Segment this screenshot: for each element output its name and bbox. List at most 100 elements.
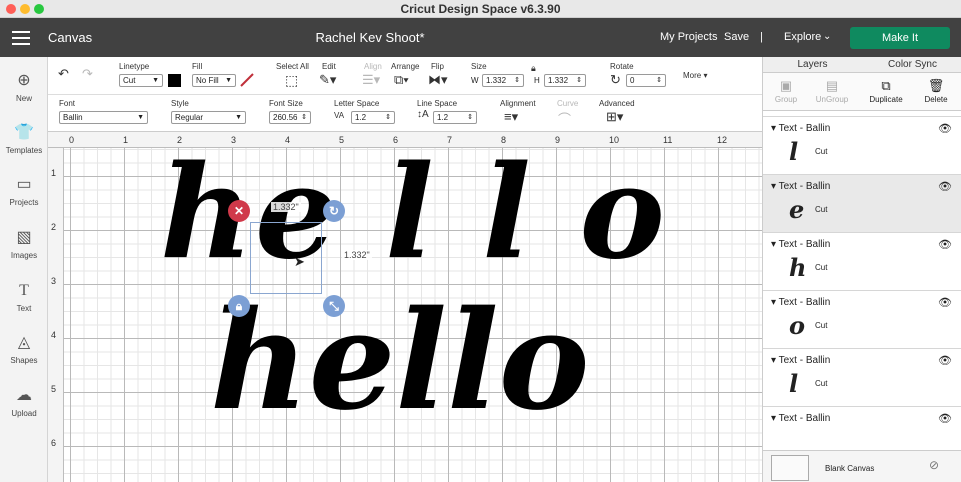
edit-label: Edit: [322, 62, 336, 71]
image-icon: ▧: [16, 229, 32, 246]
width-input[interactable]: 1.332 ⇕: [482, 74, 524, 87]
text-hello[interactable]: hello: [210, 286, 589, 436]
duplicate-button[interactable]: ⧉ Duplicate: [863, 77, 909, 104]
layer-operation: Cut: [815, 205, 828, 214]
advanced-icon[interactable]: ⊞▾: [606, 109, 623, 125]
rotate-handle-icon[interactable]: ↻: [323, 200, 345, 222]
tab-layers[interactable]: Layers: [763, 59, 862, 70]
alignment-icon[interactable]: ≡▾: [504, 109, 518, 125]
color-swatch[interactable]: [168, 74, 181, 87]
edit-icon[interactable]: ✎▾: [319, 72, 336, 88]
layers-panel: Layers Color Sync ▣ Group ▤ UnGroup ⧉ Dupli…: [762, 57, 961, 482]
ruler-tick: 12: [717, 135, 728, 145]
layer-actions: ▣ Group ▤ UnGroup ⧉ Duplicate 🗑︎ Delete: [763, 73, 961, 111]
layer-item[interactable]: ▾ Text - Ballin 👁 l Cut: [763, 117, 961, 175]
select-all-icon[interactable]: ⬚: [285, 72, 298, 89]
layer-name: ▾ Text - Ballin: [771, 239, 831, 250]
group-button[interactable]: ▣ Group: [763, 77, 809, 104]
eye-icon[interactable]: 👁: [938, 238, 952, 251]
curve-icon[interactable]: ⌒: [558, 109, 571, 128]
sidebar-item-upload[interactable]: ☁ Upload: [0, 386, 48, 418]
lock-icon[interactable]: 🔒︎: [531, 63, 536, 74]
group-icon: ▣: [779, 78, 793, 93]
layer-name: ▾ Text - Ballin: [771, 123, 831, 134]
ruler-tick: 1: [51, 168, 57, 178]
design-canvas[interactable]: he l l o hello ✕ ↻ 🔒︎ ⤡ 1.332" 1.332" ➤: [64, 148, 762, 482]
layer-item[interactable]: ▾ Text - Ballin 👁: [763, 407, 961, 451]
upload-icon: ☁: [16, 387, 32, 404]
layer-item[interactable]: ▾ Text - Ballin 👁 o Cut: [763, 291, 961, 349]
more-menu[interactable]: More ▾: [683, 71, 707, 80]
sidebar-item-projects[interactable]: ▭ Projects: [0, 175, 48, 207]
eye-icon[interactable]: 👁: [938, 122, 952, 135]
ruler-tick: 5: [339, 135, 345, 145]
ungroup-button[interactable]: ▤ UnGroup: [809, 77, 855, 104]
arrange-icon[interactable]: ⧉▾: [394, 72, 409, 88]
linetype-select[interactable]: Cut ▼: [119, 74, 163, 87]
sidebar-item-label: Shapes: [10, 356, 38, 365]
sidebar-item-new[interactable]: ⊕ New: [0, 71, 48, 103]
layer-name: ▾ Text - Ballin: [771, 181, 831, 192]
layer-item[interactable]: ▾ Text - Ballin 👁 l Cut: [763, 349, 961, 407]
align-label: Align: [364, 62, 382, 71]
eye-icon[interactable]: 👁: [938, 412, 952, 425]
layer-name: ▾ Text - Ballin: [771, 413, 831, 424]
ruler-tick: 4: [51, 330, 57, 340]
blank-canvas-swatch[interactable]: [771, 455, 809, 481]
eye-icon[interactable]: 👁: [938, 296, 952, 309]
sidebar-item-text[interactable]: T Text: [0, 281, 48, 313]
font-size-input[interactable]: 260.56 ⇕: [269, 111, 311, 124]
style-select[interactable]: Regular ▼: [171, 111, 246, 124]
blank-canvas-row[interactable]: Blank Canvas ⊘: [763, 450, 961, 482]
layer-thumbnail: l: [789, 137, 799, 166]
my-projects-link[interactable]: My Projects: [660, 31, 717, 43]
sidebar-item-images[interactable]: ▧ Images: [0, 228, 48, 260]
tab-color-sync[interactable]: Color Sync: [863, 59, 961, 70]
align-icon[interactable]: ☰▾: [362, 72, 380, 88]
flip-icon[interactable]: ⧓▾: [428, 72, 448, 88]
width-label: W: [471, 76, 479, 85]
line-space-icon: ↕A: [417, 109, 429, 120]
project-name[interactable]: Rachel Kev Shoot*: [0, 30, 740, 45]
save-link[interactable]: Save: [724, 31, 749, 43]
ruler-tick: 4: [285, 135, 291, 145]
eye-icon[interactable]: 👁: [938, 354, 952, 367]
delete-handle-icon[interactable]: ✕: [228, 200, 250, 222]
chevron-down-icon[interactable]: ⌄: [823, 31, 831, 42]
ruler-tick: 5: [51, 384, 57, 394]
sidebar-item-templates[interactable]: 👕 Templates: [0, 123, 48, 155]
eye-hidden-icon[interactable]: ⊘: [929, 458, 939, 472]
fill-select[interactable]: No Fill ▼: [192, 74, 236, 87]
height-input[interactable]: 1.332 ⇕: [544, 74, 586, 87]
layer-list: l ▾ Text - Ballin 👁 l Cut ▾ Text - Balli…: [763, 111, 961, 451]
undo-icon[interactable]: ↶: [58, 66, 69, 82]
alignment-label: Alignment: [500, 99, 536, 108]
sidebar-item-shapes[interactable]: ◬ Shapes: [0, 333, 48, 365]
rotate-input[interactable]: 0 ⇕: [626, 74, 666, 87]
no-fill-swatch[interactable]: [240, 73, 254, 87]
layer-item[interactable]: ▾ Text - Ballin 👁 e Cut: [763, 175, 961, 233]
layer-item[interactable]: ▾ Text - Ballin 👁 h Cut: [763, 233, 961, 291]
sidebar-item-label: Images: [10, 251, 38, 260]
selection-box[interactable]: [250, 222, 322, 294]
explore-menu[interactable]: Explore: [784, 31, 821, 43]
delete-button[interactable]: 🗑︎ Delete: [913, 77, 959, 104]
make-it-button[interactable]: Make It: [850, 27, 950, 49]
cursor-icon: ➤: [294, 254, 305, 269]
ruler-tick: 6: [393, 135, 399, 145]
lock-handle-icon[interactable]: 🔒︎: [228, 295, 250, 317]
redo-icon[interactable]: ↷: [82, 66, 93, 82]
ruler-tick: 8: [501, 135, 507, 145]
ruler-tick: 10: [609, 135, 620, 145]
font-label: Font: [59, 99, 76, 108]
letter-space-input[interactable]: 1.2 ⇕: [351, 111, 395, 124]
shapes-icon: ◬: [17, 334, 31, 351]
font-select[interactable]: Ballin ▼: [59, 111, 148, 124]
rotate-label: Rotate: [610, 62, 634, 71]
ruler-tick: 6: [51, 438, 57, 448]
selection-height-label: 1.332": [342, 250, 372, 260]
resize-handle-icon[interactable]: ⤡: [323, 295, 345, 317]
ruler-tick: 2: [51, 222, 57, 232]
line-space-input[interactable]: 1.2 ⇕: [433, 111, 477, 124]
eye-icon[interactable]: 👁: [938, 180, 952, 193]
